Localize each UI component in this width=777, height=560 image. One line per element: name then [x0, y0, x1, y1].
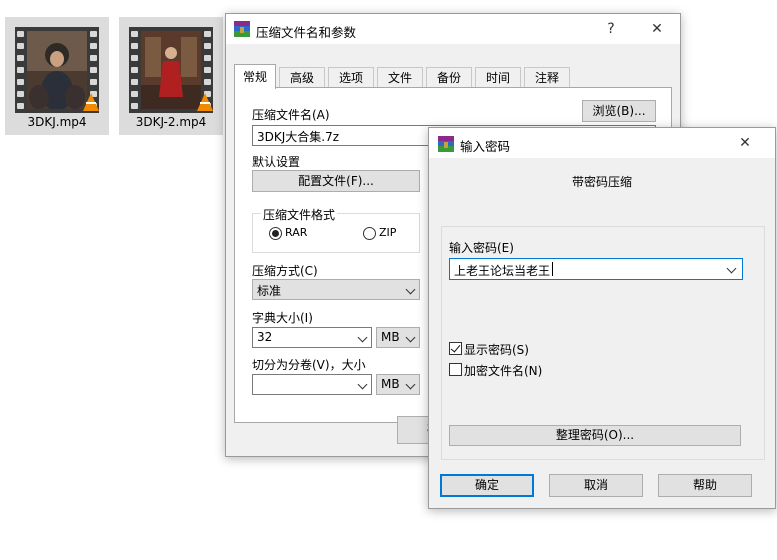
tab-general[interactable]: 常规 [234, 64, 276, 89]
video-frame [141, 31, 201, 109]
chevron-down-icon [405, 332, 416, 343]
radio-zip-label: ZIP [379, 226, 397, 239]
password-heading: 带密码压缩 [571, 175, 632, 189]
chevron-down-icon [405, 284, 416, 295]
video-frame [27, 31, 87, 109]
browse-button[interactable]: 浏览(B)... [582, 100, 656, 122]
method-value: 标准 [257, 284, 282, 298]
close-icon[interactable]: ✕ [736, 134, 754, 152]
cancel-button[interactable]: 取消 [549, 474, 643, 497]
tab-files[interactable]: 文件 [377, 67, 423, 88]
method-label: 压缩方式(C) [252, 264, 318, 278]
split-unit-select[interactable]: MB [376, 374, 420, 395]
format-group-title: 压缩文件格式 [261, 206, 338, 223]
password-dialog-title: 输入密码 [460, 139, 511, 154]
radio-rar-label: RAR [285, 226, 308, 239]
help-icon[interactable]: ? [602, 20, 620, 38]
check-icon [450, 342, 461, 353]
chevron-down-icon [357, 332, 368, 343]
title-bar[interactable]: 压缩文件名和参数 ? ✕ [226, 14, 680, 44]
file-name: 3DKJ.mp4 [27, 115, 87, 129]
tab-advanced[interactable]: 高级 [279, 67, 325, 88]
tab-options[interactable]: 选项 [328, 67, 374, 88]
tab-time[interactable]: 时间 [475, 67, 521, 88]
archive-name-value: 3DKJ大合集.7z [257, 130, 340, 144]
tab-comment[interactable]: 注释 [524, 67, 570, 88]
video-thumbnail [15, 27, 99, 113]
tab-backup[interactable]: 备份 [426, 67, 472, 88]
winrar-icon [438, 136, 454, 152]
format-groupbox: 压缩文件格式 RAR ZIP [252, 206, 420, 253]
file-name: 3DKJ-2.mp4 [135, 115, 207, 129]
password-label: 输入密码(E) [449, 241, 514, 255]
show-password-label: 显示密码(S) [464, 343, 529, 357]
dict-unit-value: MB [381, 330, 400, 344]
file-tile-3dkj-2[interactable]: 3DKJ-2.mp4 [119, 17, 223, 135]
password-title-bar[interactable]: 输入密码 ✕ [429, 128, 775, 158]
confirm-button[interactable]: 确定 [440, 474, 534, 497]
close-icon[interactable]: ✕ [648, 20, 666, 38]
chevron-down-icon [726, 263, 737, 274]
password-value: 上老王论坛当老王 [454, 264, 551, 278]
encrypt-names-label: 加密文件名(N) [464, 364, 543, 378]
profiles-button[interactable]: 配置文件(F)... [252, 170, 420, 192]
encrypt-names-checkbox[interactable] [449, 363, 462, 376]
split-label: 切分为分卷(V)，大小 [252, 358, 366, 372]
split-unit-value: MB [381, 377, 400, 391]
dict-value: 32 [257, 330, 273, 344]
split-size-combo[interactable] [252, 374, 372, 395]
text-caret [552, 262, 553, 276]
show-password-checkbox[interactable] [449, 342, 462, 355]
archive-name-label: 压缩文件名(A) [252, 108, 330, 122]
dict-size-combo[interactable]: 32 [252, 327, 372, 348]
dict-label: 字典大小(I) [252, 311, 313, 325]
file-tile-3dkj[interactable]: 3DKJ.mp4 [5, 17, 109, 135]
method-select[interactable]: 标准 [252, 279, 420, 300]
password-dialog: 输入密码 ✕ 带密码压缩 输入密码(E) 上老王论坛当老王 显示密码(S) 加密… [428, 127, 776, 509]
chevron-down-icon [405, 379, 416, 390]
organize-passwords-button[interactable]: 整理密码(O)... [449, 425, 741, 446]
winrar-icon [234, 21, 250, 37]
dict-unit-select[interactable]: MB [376, 327, 420, 348]
help-button[interactable]: 帮助 [658, 474, 752, 497]
radio-rar[interactable] [269, 227, 282, 240]
dialog-title: 压缩文件名和参数 [256, 25, 357, 40]
default-settings-label: 默认设置 [252, 155, 301, 169]
video-thumbnail [129, 27, 213, 113]
password-input[interactable]: 上老王论坛当老王 [449, 258, 743, 280]
chevron-down-icon [357, 379, 368, 390]
password-panel: 输入密码(E) 上老王论坛当老王 显示密码(S) 加密文件名(N) 整理密码(O… [441, 226, 765, 460]
radio-zip[interactable] [363, 227, 376, 240]
